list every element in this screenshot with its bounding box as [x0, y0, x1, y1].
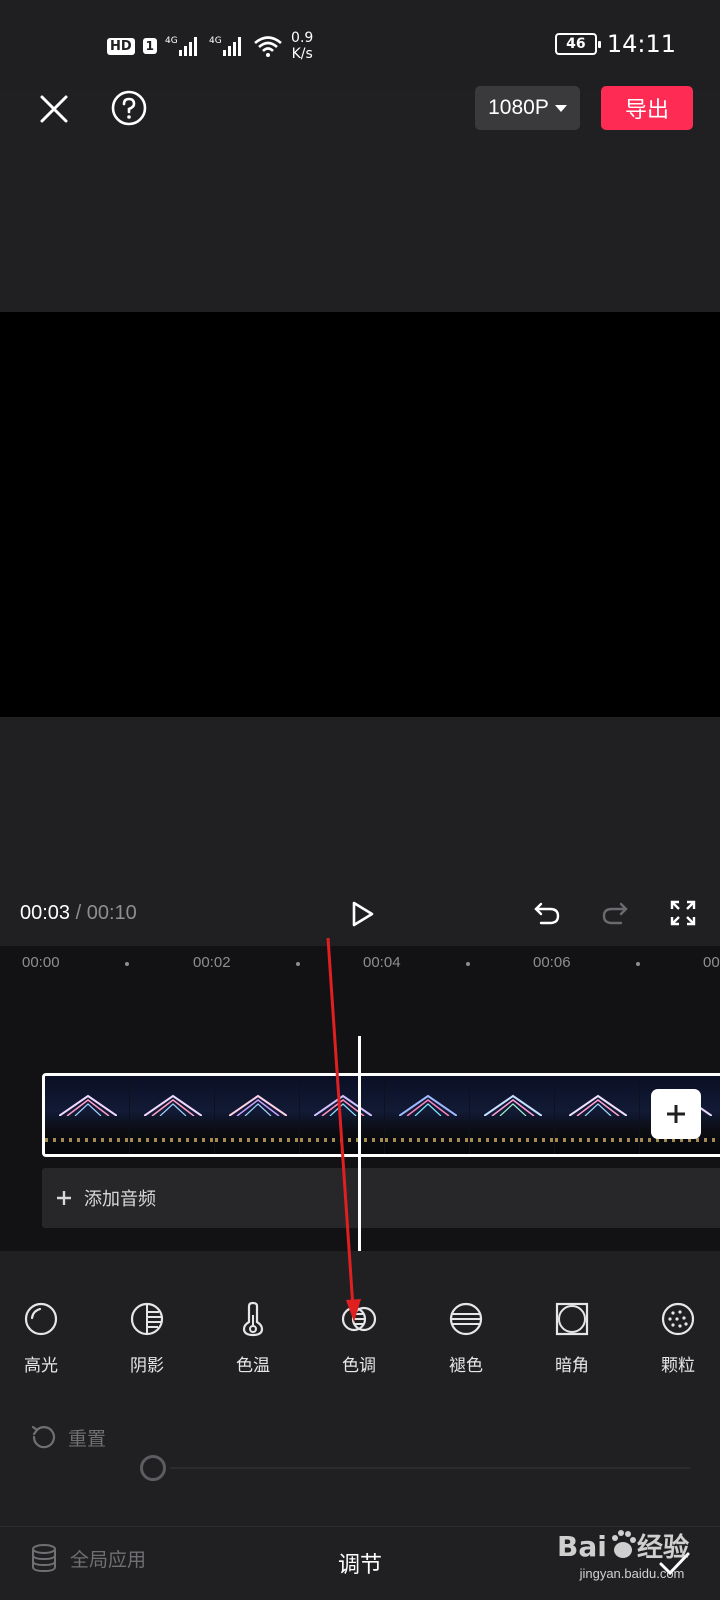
- current-time: 00:03: [20, 902, 71, 924]
- highlight-icon: [24, 1302, 58, 1336]
- adjust-tools-panel: 高光 阴影 色温 色调 褪色 暗角 颗粒 重置: [0, 1251, 720, 1501]
- tool-temperature[interactable]: 色温: [208, 1301, 298, 1376]
- ruler-tick: 00:04: [363, 954, 401, 971]
- reset-icon: [31, 1425, 56, 1449]
- ruler-tick: 00:00: [22, 954, 60, 971]
- reset-button[interactable]: 重置: [30, 1423, 106, 1451]
- top-bar: 1080P 导出: [0, 75, 720, 145]
- tool-vignette[interactable]: 暗角: [527, 1301, 617, 1376]
- thermometer-icon: [242, 1301, 264, 1337]
- play-icon[interactable]: [346, 898, 378, 930]
- tool-grain[interactable]: 颗粒: [633, 1301, 720, 1376]
- add-audio-label: 添加音频: [84, 1189, 156, 1210]
- fade-icon: [449, 1302, 483, 1336]
- clip-thumbnail: [385, 1076, 470, 1154]
- video-clip[interactable]: [42, 1073, 720, 1157]
- hd-badge: HD: [107, 37, 135, 55]
- svg-text:Bai: Bai: [557, 1530, 607, 1563]
- clip-thumbnail: [300, 1076, 385, 1154]
- playhead[interactable]: [358, 1036, 361, 1251]
- video-preview[interactable]: [0, 312, 720, 717]
- redo-icon[interactable]: [600, 898, 630, 928]
- plus-icon: [57, 1191, 71, 1205]
- tool-label: 色温: [236, 1356, 270, 1376]
- baidu-jingyan-watermark: Bai 经验 jingyan.baidu.com: [552, 1526, 712, 1592]
- timeline[interactable]: 00:00 00:02 00:04 00:06 00 添加音频: [0, 946, 720, 1251]
- adjust-slider-knob[interactable]: [140, 1455, 166, 1481]
- tool-shadow[interactable]: 阴影: [102, 1301, 192, 1376]
- tool-fade[interactable]: 褪色: [421, 1301, 511, 1376]
- ruler-dot: [466, 962, 470, 966]
- tone-icon: [341, 1306, 377, 1332]
- tool-highlight[interactable]: 高光: [0, 1301, 86, 1376]
- time-separator: /: [70, 902, 87, 924]
- tool-label: 色调: [342, 1356, 376, 1376]
- grain-icon: [661, 1302, 695, 1336]
- signal-icon: 4G: [165, 36, 198, 56]
- svg-text:4G: 4G: [209, 36, 222, 46]
- signal-icon: 4G: [209, 36, 242, 56]
- tool-label: 暗角: [555, 1356, 589, 1376]
- svg-text:4G: 4G: [165, 36, 178, 46]
- ruler-tick: 00:06: [533, 954, 571, 971]
- clip-thumbnail: [130, 1076, 215, 1154]
- ruler-tick: 00: [703, 954, 720, 971]
- clip-thumbnail: [470, 1076, 555, 1154]
- close-icon[interactable]: [34, 89, 74, 129]
- add-clip-button[interactable]: [651, 1089, 701, 1139]
- tool-label: 颗粒: [661, 1356, 695, 1376]
- clip-thumbnail: [45, 1076, 130, 1154]
- tool-label: 高光: [24, 1356, 58, 1376]
- undo-icon[interactable]: [532, 898, 562, 928]
- ruler-tick: 00:02: [193, 954, 231, 971]
- export-button[interactable]: 导出: [601, 86, 693, 130]
- sim-badge: 1: [142, 38, 158, 54]
- ruler-dot: [296, 962, 300, 966]
- add-audio-button[interactable]: 添加音频: [42, 1168, 720, 1228]
- tool-tone[interactable]: 色调: [314, 1301, 404, 1376]
- status-left: HD 1 4G 4G 0.9 K/s: [107, 30, 313, 62]
- time-ruler: 00:00 00:02 00:04 00:06 00: [0, 946, 720, 982]
- tool-label: 阴影: [130, 1356, 164, 1376]
- ruler-dot: [125, 962, 129, 966]
- ruler-dot: [636, 962, 640, 966]
- svg-text:经验: 经验: [637, 1532, 689, 1563]
- baidu-logo-icon: Bai 经验: [557, 1530, 689, 1563]
- clip-thumbnail: [555, 1076, 640, 1154]
- wifi-icon: [254, 36, 282, 57]
- playback-controls: 00:03 / 00:10: [0, 880, 720, 946]
- adjust-slider-track[interactable]: [170, 1467, 690, 1469]
- resolution-dropdown[interactable]: 1080P: [475, 86, 580, 130]
- caret-down-icon: [554, 104, 567, 112]
- network-speed: 0.9 K/s: [291, 30, 314, 62]
- reset-label: 重置: [68, 1427, 107, 1450]
- clock: 14:11: [606, 30, 676, 58]
- fullscreen-icon[interactable]: [668, 898, 698, 928]
- tool-label: 褪色: [449, 1356, 483, 1376]
- clip-thumbnail: [215, 1076, 300, 1154]
- total-time: 00:10: [86, 902, 137, 924]
- shadow-icon: [130, 1302, 164, 1336]
- watermark-url: jingyan.baidu.com: [579, 1566, 685, 1581]
- plus-icon: [667, 1105, 685, 1123]
- status-right: 46 14:11: [554, 30, 676, 58]
- resolution-value: 1080P: [488, 96, 549, 119]
- time-display: 00:03 / 00:10: [20, 902, 137, 925]
- battery-icon: 46: [554, 33, 601, 55]
- vignette-icon: [555, 1302, 589, 1336]
- help-icon[interactable]: [110, 89, 148, 127]
